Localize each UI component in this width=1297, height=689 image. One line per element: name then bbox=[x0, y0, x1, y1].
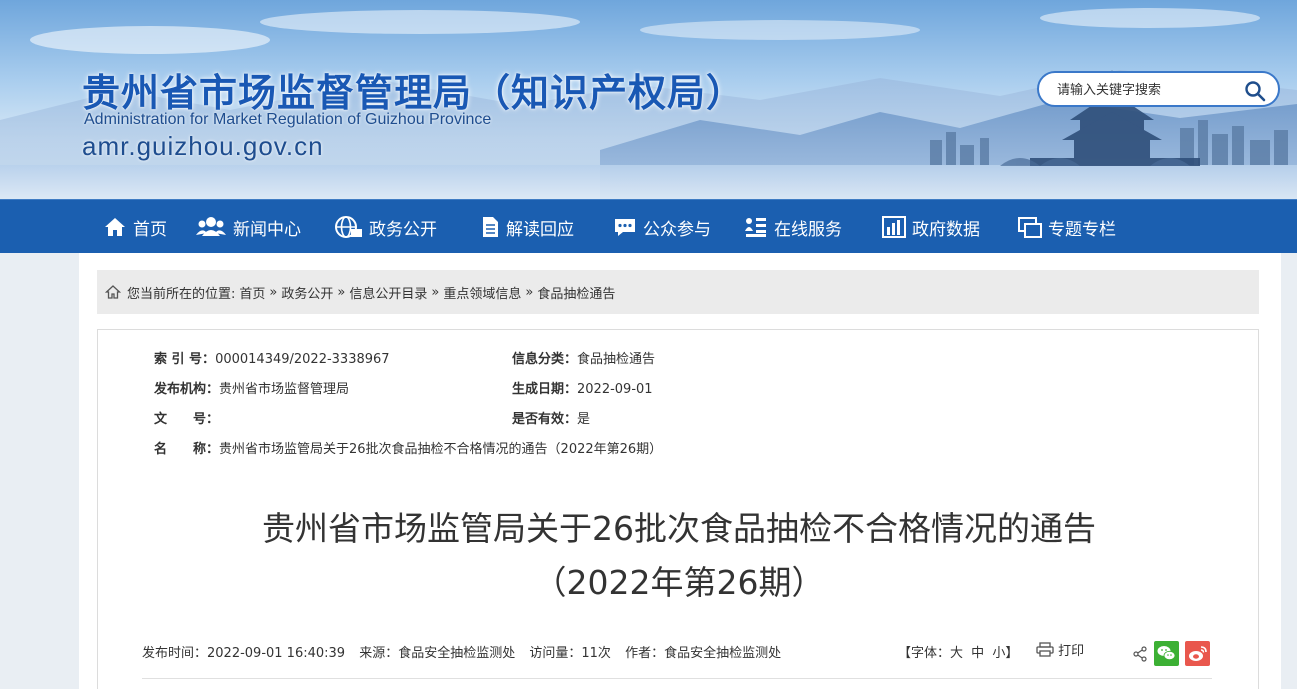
chat-icon bbox=[613, 215, 637, 239]
meta-name: 名 称：贵州省市场监管局关于26批次食品抽检不合格情况的通告（2022年第26期… bbox=[154, 438, 662, 457]
meta-label: 是否有效： bbox=[512, 412, 578, 427]
meta-value: 食品抽检通告 bbox=[577, 352, 656, 367]
nav-label: 政务公开 bbox=[369, 219, 437, 240]
site-title: 贵州省市场监督管理局（知识产权局） bbox=[82, 71, 746, 115]
meta-label: 信息分类： bbox=[512, 352, 578, 367]
nav-label: 在线服务 bbox=[774, 219, 842, 240]
visit-count: 访问量：11次 bbox=[529, 646, 611, 661]
font-size-small[interactable]: 小 bbox=[992, 646, 1005, 661]
breadcrumb-link-gov-affairs[interactable]: 政务公开 bbox=[281, 283, 333, 302]
site-domain: amr.guizhou.gov.cn bbox=[82, 131, 324, 161]
font-size-control: 【字体：大 中 小】 bbox=[898, 642, 1018, 661]
breadcrumb-separator: » bbox=[431, 284, 440, 300]
nav-label: 首页 bbox=[133, 219, 167, 240]
nav-label: 新闻中心 bbox=[233, 219, 301, 240]
source: 来源：食品安全抽检监测处 bbox=[359, 646, 516, 661]
font-size-medium[interactable]: 中 bbox=[971, 646, 984, 661]
breadcrumb-link-key-areas[interactable]: 重点领域信息 bbox=[443, 283, 521, 302]
breadcrumb-link-catalog[interactable]: 信息公开目录 bbox=[349, 283, 427, 302]
breadcrumb: 您当前所在的位置: 首页 » 政务公开 » 信息公开目录 » 重点领域信息 » … bbox=[97, 270, 1259, 314]
nav-label: 解读回应 bbox=[506, 219, 574, 240]
search-input[interactable] bbox=[1057, 80, 1237, 100]
author: 作者：食品安全抽检监测处 bbox=[625, 646, 782, 661]
breadcrumb-link-food-notices[interactable]: 食品抽检通告 bbox=[537, 283, 615, 302]
meta-label: 文 号： bbox=[154, 412, 220, 427]
document-icon bbox=[480, 215, 500, 239]
font-size-prefix: 【字体： bbox=[898, 646, 951, 661]
breadcrumb-link-home[interactable]: 首页 bbox=[239, 283, 265, 302]
font-size-suffix: 】 bbox=[1005, 646, 1019, 661]
home-outline-icon bbox=[105, 285, 121, 299]
printer-icon bbox=[1036, 642, 1054, 657]
meta-label: 生成日期： bbox=[512, 382, 578, 397]
breadcrumb-separator: » bbox=[269, 284, 278, 300]
nav-item-special-topics[interactable]: 专题专栏 bbox=[1018, 200, 1116, 254]
meta-publisher: 发布机构：贵州省市场监督管理局 bbox=[154, 378, 349, 397]
nav-item-home[interactable]: 首页 bbox=[103, 200, 167, 254]
article-title: 贵州省市场监管局关于26批次食品抽检不合格情况的通告 （2022年第26期） bbox=[98, 502, 1260, 610]
nav-item-participation[interactable]: 公众参与 bbox=[613, 200, 711, 254]
wechat-icon[interactable] bbox=[1154, 641, 1179, 670]
nav-label: 政府数据 bbox=[912, 219, 980, 240]
search-icon[interactable] bbox=[1244, 80, 1266, 102]
header-banner: 贵州省市场监督管理局（知识产权局） Administration for Mar… bbox=[0, 0, 1297, 200]
meta-index: 索 引 号：000014349/2022-3338967 bbox=[154, 348, 390, 367]
share-icon[interactable] bbox=[1132, 646, 1148, 666]
article-title-line1: 贵州省市场监管局关于26批次食品抽检不合格情况的通告 bbox=[262, 509, 1096, 548]
globe-icon bbox=[333, 215, 363, 239]
window-icon bbox=[1018, 215, 1042, 239]
meta-value: 000014349/2022-3338967 bbox=[215, 352, 390, 367]
print-label: 打印 bbox=[1058, 644, 1085, 659]
weibo-icon[interactable] bbox=[1185, 641, 1210, 670]
content-container: 您当前所在的位置: 首页 » 政务公开 » 信息公开目录 » 重点领域信息 » … bbox=[79, 253, 1281, 689]
search-box bbox=[1037, 71, 1280, 107]
home-icon bbox=[103, 215, 127, 239]
breadcrumb-prefix: 您当前所在的位置: bbox=[127, 286, 236, 302]
meta-value: 贵州省市场监管局关于26批次食品抽检不合格情况的通告（2022年第26期） bbox=[219, 442, 663, 457]
meta-category: 信息分类：食品抽检通告 bbox=[512, 348, 655, 367]
nav-item-gov-data[interactable]: 政府数据 bbox=[882, 200, 980, 254]
nav-label: 公众参与 bbox=[643, 219, 711, 240]
print-button[interactable]: 打印 bbox=[1036, 640, 1084, 659]
meta-value: 是 bbox=[577, 412, 591, 427]
nav-item-interpretation[interactable]: 解读回应 bbox=[480, 200, 574, 254]
article-title-line2: （2022年第26期） bbox=[533, 563, 825, 602]
meta-label: 发布机构： bbox=[154, 382, 220, 397]
meta-value: 贵州省市场监督管理局 bbox=[219, 382, 350, 397]
nav-item-gov-affairs[interactable]: 政务公开 bbox=[333, 200, 437, 254]
nav-item-online-service[interactable]: 在线服务 bbox=[744, 200, 842, 254]
meta-label: 名 称： bbox=[154, 442, 220, 457]
nav-label: 专题专栏 bbox=[1048, 219, 1116, 240]
meta-valid: 是否有效：是 bbox=[512, 408, 590, 427]
font-size-large[interactable]: 大 bbox=[950, 646, 963, 661]
breadcrumb-separator: » bbox=[337, 284, 346, 300]
main-nav: 首页 新闻中心 政务公开 解读回应 公众参与 在线服务 政府数据 专题专栏 bbox=[0, 199, 1297, 253]
divider bbox=[142, 678, 1212, 679]
users-icon bbox=[195, 215, 227, 239]
info-bar: 发布时间：2022-09-01 16:40:39 来源：食品安全抽检监测处 访问… bbox=[142, 642, 781, 661]
article-box: 索 引 号：000014349/2022-3338967 信息分类：食品抽检通告… bbox=[97, 329, 1259, 689]
nav-item-news[interactable]: 新闻中心 bbox=[195, 200, 301, 254]
meta-label: 索 引 号： bbox=[154, 352, 216, 367]
publish-time: 发布时间：2022-09-01 16:40:39 bbox=[142, 646, 346, 661]
meta-value: 2022-09-01 bbox=[577, 382, 653, 397]
meta-date: 生成日期：2022-09-01 bbox=[512, 378, 653, 397]
list-icon bbox=[744, 215, 768, 239]
bar-chart-icon bbox=[882, 215, 906, 239]
site-subtitle: Administration for Market Regulation of … bbox=[84, 111, 492, 128]
meta-doc-number: 文 号： bbox=[154, 408, 219, 427]
breadcrumb-separator: » bbox=[525, 284, 534, 300]
